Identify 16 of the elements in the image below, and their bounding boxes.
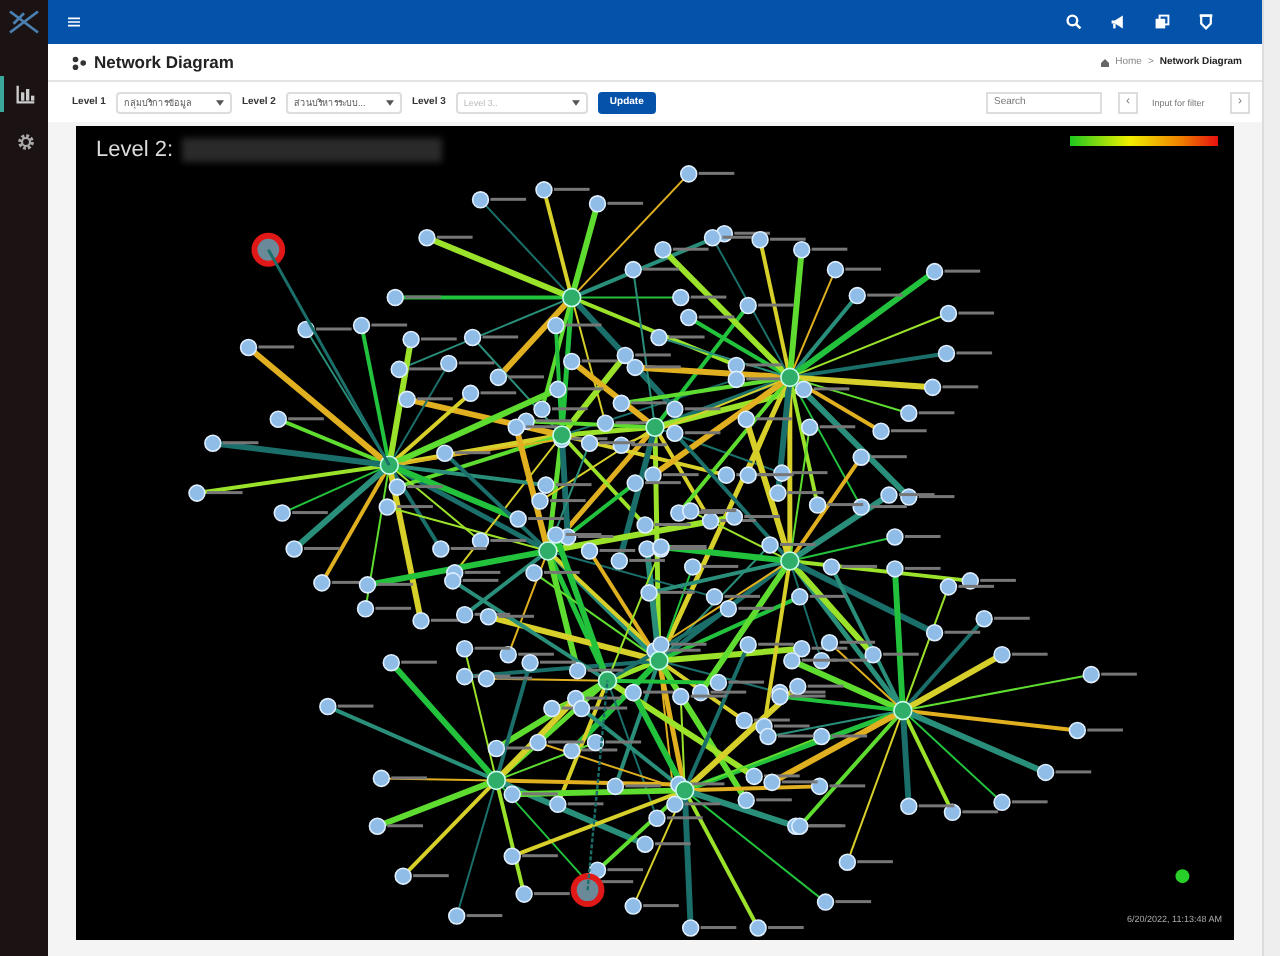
caret-icon [215, 99, 224, 105]
settings-icon [16, 132, 36, 152]
page-title: Network Diagram [94, 52, 234, 72]
diagram-title: Level 2: [96, 138, 174, 162]
shield-icon[interactable] [1198, 14, 1214, 30]
copy-icon[interactable] [1154, 14, 1170, 30]
home-icon [1099, 57, 1110, 67]
caret-icon [385, 99, 394, 105]
megaphone-icon[interactable] [1110, 14, 1126, 30]
scrollbar[interactable] [1262, 0, 1280, 956]
network-icon [72, 55, 86, 69]
logo-icon [6, 8, 42, 36]
search-icon[interactable] [1066, 14, 1082, 30]
bar-chart-icon [16, 84, 36, 104]
menu-icon[interactable] [68, 16, 80, 28]
caret-icon [571, 99, 580, 105]
